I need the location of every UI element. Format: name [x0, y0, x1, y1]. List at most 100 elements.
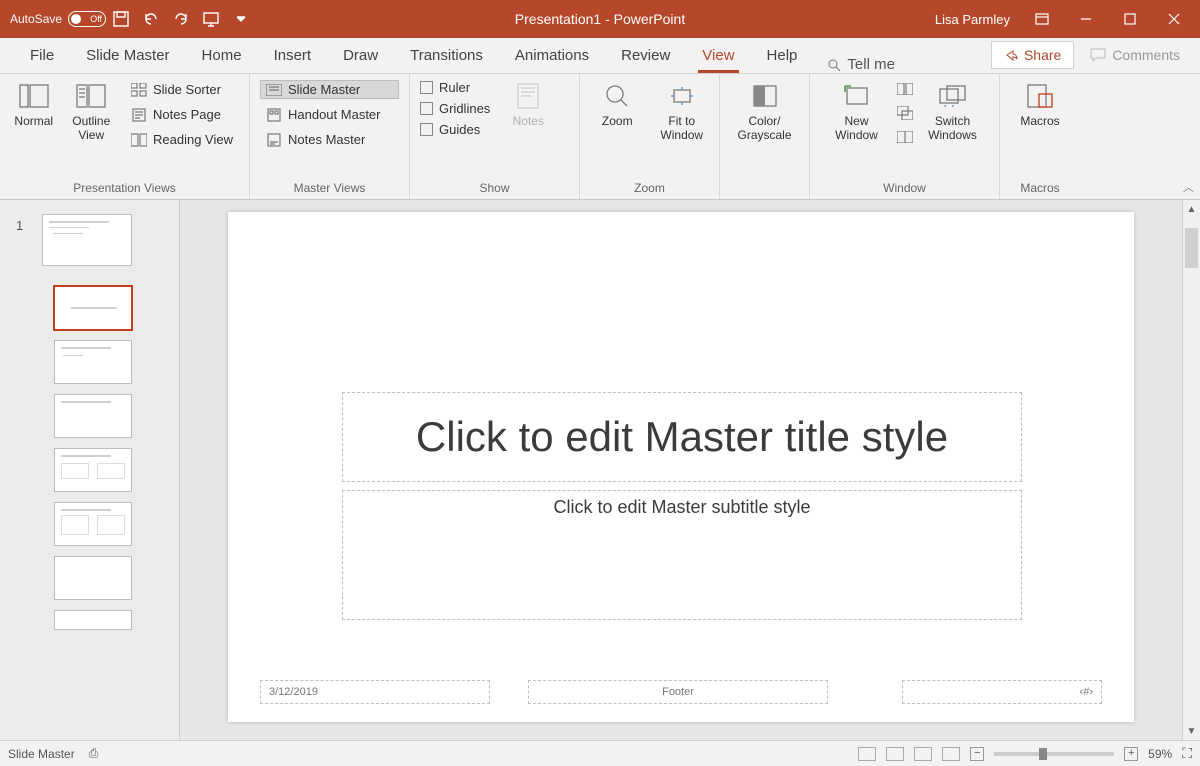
slide-canvas[interactable]: Click to edit Master title style Click t… [228, 212, 1134, 722]
autosave-control[interactable]: AutoSave Off [10, 11, 106, 27]
ribbon-display-icon[interactable] [1022, 0, 1062, 38]
layout-thumbnail-2[interactable] [54, 340, 132, 384]
normal-view-button[interactable]: Normal [10, 80, 58, 128]
group-color-grayscale: Color/ Grayscale [720, 74, 810, 199]
vertical-scrollbar[interactable]: ▲ ▼ [1182, 200, 1200, 740]
comments-icon [1090, 48, 1106, 62]
minimize-icon[interactable] [1066, 0, 1106, 38]
group-window: New Window Switch Windows Window [810, 74, 1000, 199]
group-macros: Macros Macros [1000, 74, 1080, 199]
layout-thumbnail-1[interactable] [54, 286, 132, 330]
zoom-percent[interactable]: 59% [1148, 747, 1172, 761]
tab-transitions[interactable]: Transitions [394, 37, 499, 73]
tab-animations[interactable]: Animations [499, 37, 605, 73]
tab-review[interactable]: Review [605, 37, 686, 73]
gridlines-checkbox[interactable]: Gridlines [420, 101, 490, 116]
user-name[interactable]: Lisa Parmley [935, 12, 1010, 27]
outline-view-button[interactable]: Outline View [68, 80, 116, 142]
title-bar: AutoSave Off Presentation1 - PowerPoint … [0, 0, 1200, 38]
tab-insert[interactable]: Insert [258, 37, 328, 73]
macros-icon [1024, 82, 1056, 110]
share-button[interactable]: Share [991, 41, 1074, 69]
footer-placeholder[interactable]: Footer [528, 680, 828, 704]
slideshow-icon[interactable] [196, 0, 226, 38]
collapse-ribbon-icon[interactable]: ︿ [1183, 179, 1194, 195]
tell-me-search[interactable]: Tell me [813, 56, 909, 73]
new-window-icon [841, 82, 873, 110]
arrange-all-button[interactable] [891, 80, 919, 98]
layout-thumbnail-6[interactable] [54, 556, 132, 600]
arrange-all-icon [897, 82, 913, 96]
maximize-icon[interactable] [1110, 0, 1150, 38]
tab-home[interactable]: Home [186, 37, 258, 73]
tab-help[interactable]: Help [751, 37, 814, 73]
scroll-up-icon[interactable]: ▲ [1183, 200, 1200, 218]
slide-master-icon [266, 83, 282, 97]
save-icon[interactable] [106, 0, 136, 38]
undo-icon[interactable] [136, 0, 166, 38]
layout-thumbnail-3[interactable] [54, 394, 132, 438]
autosave-toggle[interactable]: Off [68, 11, 106, 27]
slidenum-placeholder[interactable]: ‹#› [902, 680, 1102, 704]
switch-windows-icon [937, 82, 969, 110]
zoom-in-button[interactable]: + [1124, 747, 1138, 761]
group-label: Window [820, 177, 989, 197]
notes-status-icon[interactable]: ⎙ [89, 746, 99, 761]
slide-canvas-area[interactable]: Click to edit Master title style Click t… [180, 200, 1182, 740]
notes-master-button[interactable]: Notes Master [260, 130, 399, 149]
new-window-button[interactable]: New Window [829, 80, 885, 142]
tab-file[interactable]: File [14, 37, 70, 73]
normal-view-icon[interactable] [858, 747, 876, 761]
outline-view-icon [75, 82, 107, 110]
color-grayscale-button[interactable]: Color/ Grayscale [737, 80, 793, 142]
close-icon[interactable] [1154, 0, 1194, 38]
reading-view-icon[interactable] [914, 747, 932, 761]
move-split-button[interactable] [891, 128, 919, 146]
slideshow-view-icon[interactable] [942, 747, 960, 761]
thumbnail-pane[interactable]: 1 [0, 200, 180, 740]
cascade-button[interactable] [891, 104, 919, 122]
slide-sorter-icon [131, 83, 147, 97]
fit-to-window-icon [666, 82, 698, 110]
fit-to-window-button[interactable]: Fit to Window [655, 80, 710, 142]
tab-draw[interactable]: Draw [327, 37, 394, 73]
fit-to-window-icon[interactable]: ⛶ [1182, 745, 1192, 762]
group-label: Presentation Views [10, 177, 239, 197]
ruler-checkbox[interactable]: Ruler [420, 80, 490, 95]
notes-button: Notes [500, 80, 556, 128]
switch-windows-button[interactable]: Switch Windows [925, 80, 981, 142]
reading-view-icon [131, 133, 147, 147]
layout-thumbnail-5[interactable] [54, 502, 132, 546]
work-area: 1 Click to edit Master title style Click… [0, 200, 1200, 740]
zoom-out-button[interactable]: − [970, 747, 984, 761]
macros-button[interactable]: Macros [1012, 80, 1068, 128]
tab-slide-master[interactable]: Slide Master [70, 37, 185, 73]
qat-customize-icon[interactable] [226, 0, 256, 38]
handout-master-button[interactable]: Handout Master [260, 105, 399, 124]
status-bar: Slide Master ⎙ − + 59% ⛶ [0, 740, 1200, 766]
zoom-slider[interactable] [994, 752, 1114, 756]
date-placeholder[interactable]: 3/12/2019 [260, 680, 490, 704]
scroll-down-icon[interactable]: ▼ [1183, 722, 1200, 740]
color-grayscale-icon [749, 82, 781, 110]
scrollbar-thumb[interactable] [1185, 228, 1198, 268]
group-label: Zoom [590, 177, 709, 197]
slide-master-button[interactable]: Slide Master [260, 80, 399, 99]
layout-thumbnail-7[interactable] [54, 610, 132, 630]
zoom-button[interactable]: Zoom [590, 80, 645, 128]
subtitle-placeholder[interactable]: Click to edit Master subtitle style [342, 490, 1022, 620]
tab-view[interactable]: View [686, 37, 750, 73]
sorter-view-icon[interactable] [886, 747, 904, 761]
master-thumbnail[interactable] [42, 214, 132, 266]
notes-page-button[interactable]: Notes Page [125, 105, 239, 124]
slide-sorter-button[interactable]: Slide Sorter [125, 80, 239, 99]
redo-icon[interactable] [166, 0, 196, 38]
slide-number: 1 [16, 218, 23, 233]
move-split-icon [897, 130, 913, 144]
reading-view-button[interactable]: Reading View [125, 130, 239, 149]
comments-button[interactable]: Comments [1080, 41, 1190, 69]
layout-thumbnail-4[interactable] [54, 448, 132, 492]
guides-checkbox[interactable]: Guides [420, 122, 490, 137]
title-placeholder[interactable]: Click to edit Master title style [342, 392, 1022, 482]
search-icon [827, 58, 841, 72]
